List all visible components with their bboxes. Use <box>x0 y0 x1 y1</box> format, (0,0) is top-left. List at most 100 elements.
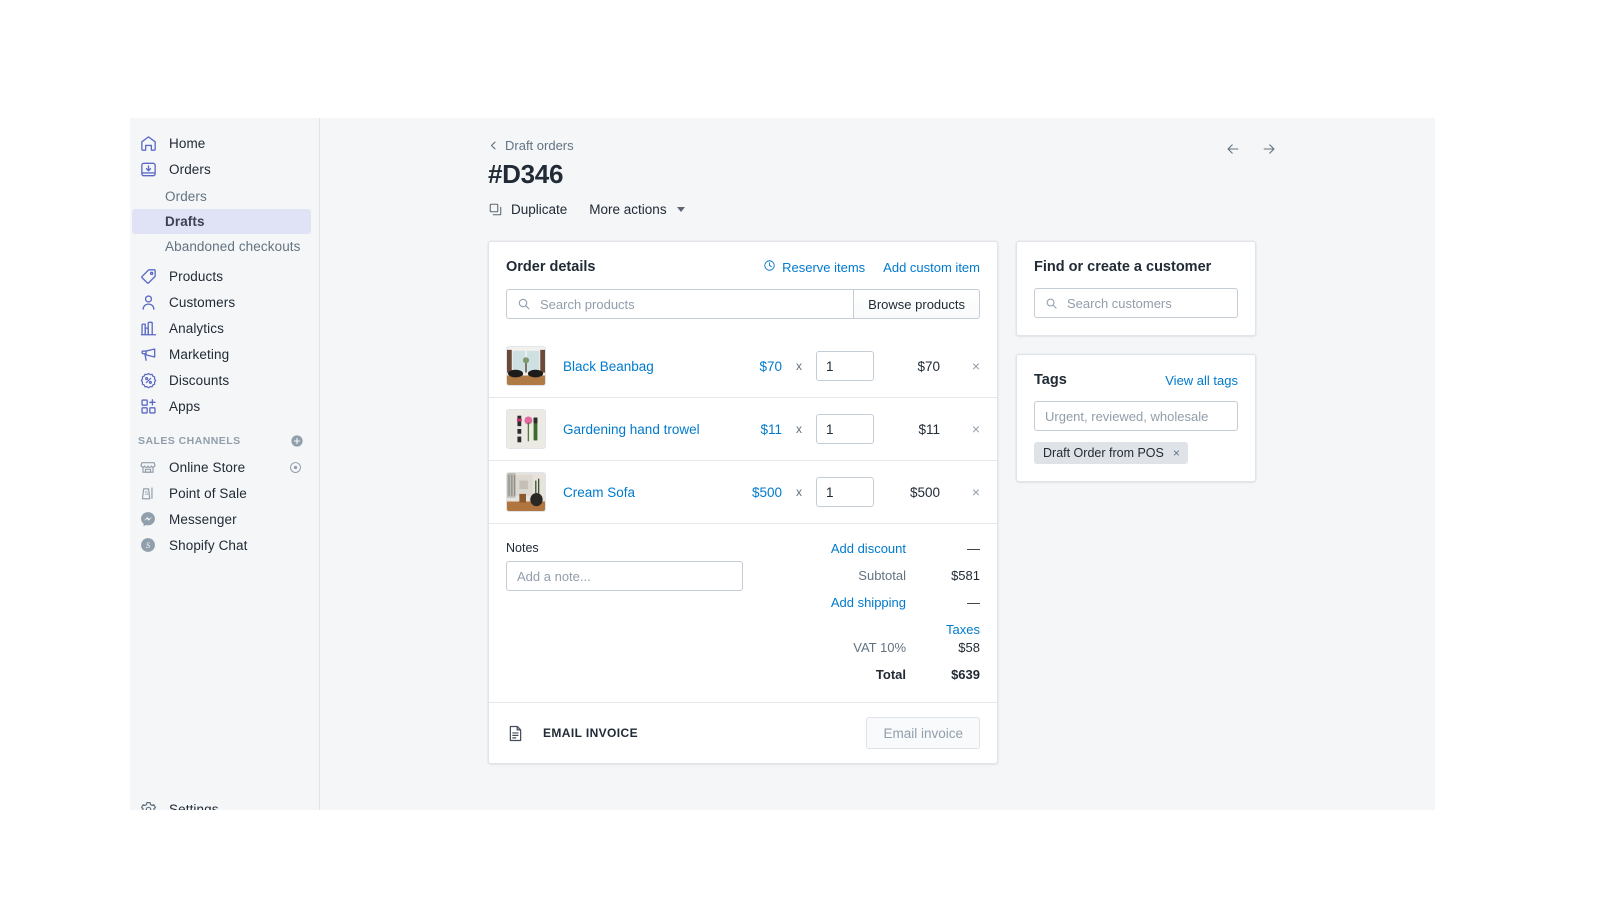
page-scroll-area: Draft orders #D346 Duplicate More action… <box>320 118 1435 764</box>
sidebar-item-customers[interactable]: Customers <box>132 289 311 315</box>
sidebar-item-messenger[interactable]: Messenger <box>132 506 311 532</box>
secondary-column: Find or create a customer Search custome… <box>1016 241 1256 482</box>
primary-column: Order details Reserve items Add custom i… <box>488 241 998 764</box>
remove-tag-icon[interactable]: × <box>1173 446 1180 460</box>
line-item-quantity-input[interactable] <box>816 414 874 444</box>
orders-subnav: Orders Drafts Abandoned checkouts <box>130 184 319 259</box>
add-sales-channel-icon[interactable] <box>290 434 304 448</box>
tag-chip-label: Draft Order from POS <box>1043 446 1164 460</box>
sidebar-subitem-label: Orders <box>165 189 207 204</box>
sidebar-item-label: Shopify Chat <box>169 537 248 553</box>
remove-line-item-icon[interactable]: × <box>940 484 980 500</box>
clock-icon <box>763 259 776 275</box>
sidebar-item-label: Discounts <box>169 372 230 388</box>
person-icon <box>138 292 158 312</box>
sidebar-item-discounts[interactable]: Discounts <box>132 367 311 393</box>
table-row: Gardening hand trowel $11 x $11 × <box>489 397 997 460</box>
tags-input[interactable] <box>1034 401 1238 431</box>
tags-card-body: Draft Order from POS × <box>1017 388 1255 481</box>
order-details-header: Order details Reserve items Add custom i… <box>489 242 997 275</box>
chevron-down-icon <box>676 207 685 212</box>
sidebar-item-label: Marketing <box>169 346 230 362</box>
notes-label: Notes <box>506 541 539 555</box>
line-item-name[interactable]: Gardening hand trowel <box>563 422 726 437</box>
preview-store-eye-icon[interactable] <box>288 460 303 475</box>
product-search-row: Browse products <box>489 275 997 319</box>
multiply-symbol: x <box>796 422 802 436</box>
view-all-tags-link[interactable]: View all tags <box>1165 373 1238 388</box>
note-input[interactable] <box>506 561 743 591</box>
customer-card: Find or create a customer <box>1016 241 1256 336</box>
orders-icon <box>138 159 158 179</box>
line-item-name[interactable]: Cream Sofa <box>563 485 726 500</box>
order-details-card: Order details Reserve items Add custom i… <box>488 241 998 764</box>
remove-line-item-icon[interactable]: × <box>940 421 980 437</box>
remove-line-item-icon[interactable]: × <box>940 358 980 374</box>
duplicate-button[interactable]: Duplicate <box>488 202 567 217</box>
sidebar-item-label: Home <box>169 135 206 151</box>
sidebar-item-orders[interactable]: Orders <box>132 156 311 182</box>
tag-icon <box>138 266 158 286</box>
sidebar-item-online-store[interactable]: Online Store <box>132 454 311 480</box>
tags-card-header: Tags View all tags <box>1017 355 1255 388</box>
pos-icon: S <box>138 483 158 503</box>
sidebar-subitem-drafts[interactable]: Drafts <box>132 209 311 234</box>
sofa-thumb <box>506 472 546 512</box>
email-invoice-button[interactable]: Email invoice <box>866 717 980 749</box>
add-custom-item-link[interactable]: Add custom item <box>883 260 980 275</box>
sidebar-item-label: Analytics <box>169 320 224 336</box>
sidebar-item-marketing[interactable]: Marketing <box>132 341 311 367</box>
previous-record-arrow-icon[interactable] <box>1224 141 1242 157</box>
totals-column: Add discount — Subtotal $581 Add shippin… <box>751 541 980 682</box>
add-discount-link[interactable]: Add discount <box>751 541 906 556</box>
line-item-price[interactable]: $500 <box>726 485 782 500</box>
sidebar-item-settings[interactable]: Settings <box>130 796 319 810</box>
chevron-left-icon <box>488 140 499 151</box>
taxes-link[interactable]: Taxes <box>751 622 980 637</box>
order-totals-section: Notes Add discount — Subtotal <box>489 523 997 702</box>
search-icon <box>517 297 531 311</box>
total-value: $639 <box>951 667 980 682</box>
customer-search-input[interactable] <box>1067 295 1227 311</box>
line-item-price[interactable]: $11 <box>726 422 782 437</box>
sidebar-subitem-orders[interactable]: Orders <box>132 184 311 209</box>
product-search-box[interactable] <box>506 289 854 319</box>
sidebar-item-label: Customers <box>169 294 236 310</box>
line-item-price[interactable]: $70 <box>726 359 782 374</box>
line-item-total: $70 <box>917 358 940 374</box>
sidebar-item-apps[interactable]: Apps <box>132 393 311 419</box>
sidebar-item-label: Point of Sale <box>169 485 247 501</box>
main-content: Draft orders #D346 Duplicate More action… <box>320 118 1435 810</box>
sidebar-item-products[interactable]: Products <box>132 263 311 289</box>
table-row: Cream Sofa $500 x $500 × <box>489 460 997 523</box>
sidebar-item-label: Orders <box>169 161 211 177</box>
sidebar-subitem-abandoned-checkouts[interactable]: Abandoned checkouts <box>132 234 311 259</box>
sidebar-item-shopify-chat[interactable]: S Shopify Chat <box>132 532 311 558</box>
email-invoice-row: EMAIL INVOICE Email invoice <box>489 702 997 763</box>
sales-channels-title: SALES CHANNELS <box>138 435 241 447</box>
multiply-symbol: x <box>796 359 802 373</box>
sidebar-item-label: Apps <box>169 398 201 414</box>
tags-card: Tags View all tags Draft Order from POS … <box>1016 354 1256 482</box>
more-actions-button[interactable]: More actions <box>589 202 685 217</box>
sidebar-subitem-label: Drafts <box>165 214 205 229</box>
sidebar-subitem-label: Abandoned checkouts <box>165 239 301 254</box>
browse-products-button[interactable]: Browse products <box>853 289 980 319</box>
sidebar-item-point-of-sale[interactable]: S Point of Sale <box>132 480 311 506</box>
next-record-arrow-icon[interactable] <box>1260 141 1278 157</box>
line-item-quantity-input[interactable] <box>816 351 874 381</box>
line-item-name[interactable]: Black Beanbag <box>563 359 726 374</box>
line-item-quantity-input[interactable] <box>816 477 874 507</box>
tags-card-title: Tags <box>1034 372 1067 388</box>
sidebar-item-analytics[interactable]: Analytics <box>132 315 311 341</box>
add-shipping-link[interactable]: Add shipping <box>751 595 906 610</box>
subtotal-value: $581 <box>951 568 980 583</box>
breadcrumb[interactable]: Draft orders <box>488 138 574 153</box>
beanbag-thumb <box>506 346 546 386</box>
duplicate-label: Duplicate <box>511 202 568 217</box>
reserve-items-link[interactable]: Reserve items <box>763 259 865 275</box>
discount-row: Add discount — <box>751 541 980 556</box>
sidebar-item-home[interactable]: Home <box>132 130 311 156</box>
customer-search-box[interactable] <box>1034 288 1238 318</box>
product-search-input[interactable] <box>540 296 844 312</box>
